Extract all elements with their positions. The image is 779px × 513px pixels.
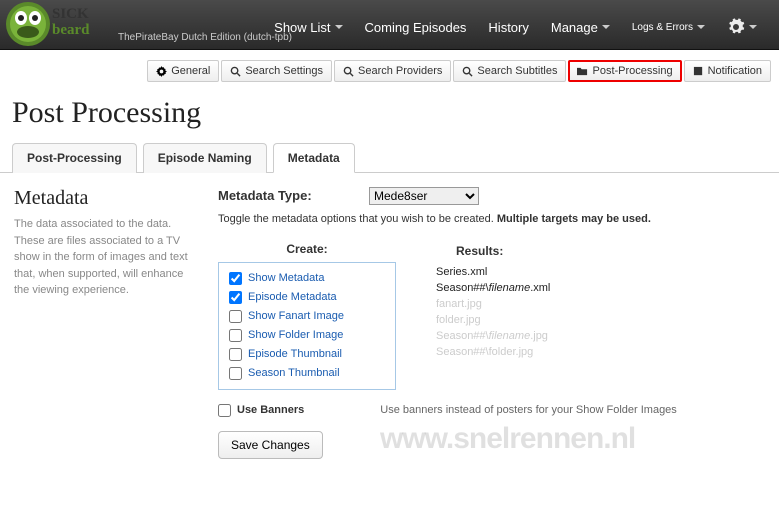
caret-icon	[749, 25, 757, 29]
caret-icon	[335, 25, 343, 29]
chk-3[interactable]	[229, 329, 242, 342]
chk-label-0[interactable]: Show Metadata	[248, 272, 324, 284]
nav-logs-errors[interactable]: Logs & Errors	[622, 16, 715, 39]
caret-icon	[697, 25, 705, 29]
result-line: Series.xml	[436, 264, 550, 280]
folder-icon	[577, 66, 588, 77]
content: Metadata Type: Mede8ser Toggle the metad…	[218, 187, 765, 459]
subnav-notification[interactable]: Notification	[684, 60, 771, 82]
page-title: Post Processing	[0, 92, 779, 142]
nav-manage[interactable]: Manage	[541, 14, 620, 41]
gear-icon	[727, 18, 745, 36]
sidebar-desc: The data associated to the data. These a…	[14, 216, 200, 299]
results-list: Series.xmlSeason##\filename.xmlfanart.jp…	[436, 264, 550, 360]
search-icon	[462, 66, 473, 77]
tab-post-processing[interactable]: Post-Processing	[12, 143, 137, 173]
chk-label-4[interactable]: Episode Thumbnail	[248, 348, 342, 360]
chk-label-1[interactable]: Episode Metadata	[248, 291, 337, 303]
nav-show-list[interactable]: Show List	[264, 14, 352, 41]
nav-coming-episodes[interactable]: Coming Episodes	[355, 14, 477, 41]
toggle-desc: Toggle the metadata options that you wis…	[218, 211, 765, 228]
use-banners-hint: Use banners instead of posters for your …	[380, 404, 677, 416]
tab-episode-naming[interactable]: Episode Naming	[143, 143, 267, 173]
subnav-post-processing[interactable]: Post-Processing	[568, 60, 681, 82]
metadata-type-select[interactable]: Mede8ser	[369, 187, 479, 205]
use-banners-checkbox[interactable]	[218, 404, 231, 417]
metadata-type-label: Metadata Type:	[218, 188, 312, 203]
create-box: Show Metadata Episode Metadata Show Fanart…	[218, 262, 396, 390]
result-line: Season##\filename.jpg	[436, 328, 550, 344]
svg-text:SICK: SICK	[52, 6, 89, 22]
chk-4[interactable]	[229, 348, 242, 361]
tab-metadata[interactable]: Metadata	[273, 143, 355, 173]
use-banners-label: Use Banners	[237, 404, 304, 416]
sidebar-heading: Metadata	[14, 187, 200, 210]
save-button[interactable]: Save Changes	[218, 431, 323, 459]
top-nav: Show List Coming Episodes History Manage…	[264, 12, 767, 42]
panel: Metadata The data associated to the data…	[0, 173, 779, 479]
sickbeard-logo: SICK beard	[4, 0, 112, 56]
gear-icon	[156, 66, 167, 77]
tab-bar: Post-ProcessingEpisode NamingMetadata	[0, 142, 779, 173]
chk-label-3[interactable]: Show Folder Image	[248, 329, 343, 341]
search-icon	[343, 66, 354, 77]
results-col: Results: Series.xmlSeason##\filename.xml…	[436, 242, 550, 390]
chk-5[interactable]	[229, 367, 242, 380]
chk-1[interactable]	[229, 291, 242, 304]
sub-nav: GeneralSearch SettingsSearch ProvidersSe…	[0, 50, 779, 92]
caret-icon	[602, 25, 610, 29]
chk-label-5[interactable]: Season Thumbnail	[248, 367, 340, 379]
result-line: Season##\filename.xml	[436, 280, 550, 296]
square-icon	[693, 66, 704, 77]
nav-settings[interactable]	[717, 12, 767, 42]
create-header: Create:	[218, 242, 396, 256]
chk-label-2[interactable]: Show Fanart Image	[248, 310, 344, 322]
svg-text:beard: beard	[52, 22, 90, 38]
result-line: fanart.jpg	[436, 296, 550, 312]
result-line: folder.jpg	[436, 312, 550, 328]
sidebar: Metadata The data associated to the data…	[14, 187, 200, 459]
search-icon	[230, 66, 241, 77]
subnav-search-providers[interactable]: Search Providers	[334, 60, 451, 82]
results-header: Results:	[456, 244, 550, 258]
subnav-search-settings[interactable]: Search Settings	[221, 60, 332, 82]
result-line: Season##\folder.jpg	[436, 344, 550, 360]
subnav-search-subtitles[interactable]: Search Subtitles	[453, 60, 566, 82]
subnav-general[interactable]: General	[147, 60, 219, 82]
chk-0[interactable]	[229, 272, 242, 285]
metadata-type-row: Metadata Type: Mede8ser	[218, 187, 765, 205]
chk-2[interactable]	[229, 310, 242, 323]
nav-history[interactable]: History	[478, 14, 538, 41]
top-bar: SICK beard ThePirateBay Dutch Edition (d…	[0, 0, 779, 50]
